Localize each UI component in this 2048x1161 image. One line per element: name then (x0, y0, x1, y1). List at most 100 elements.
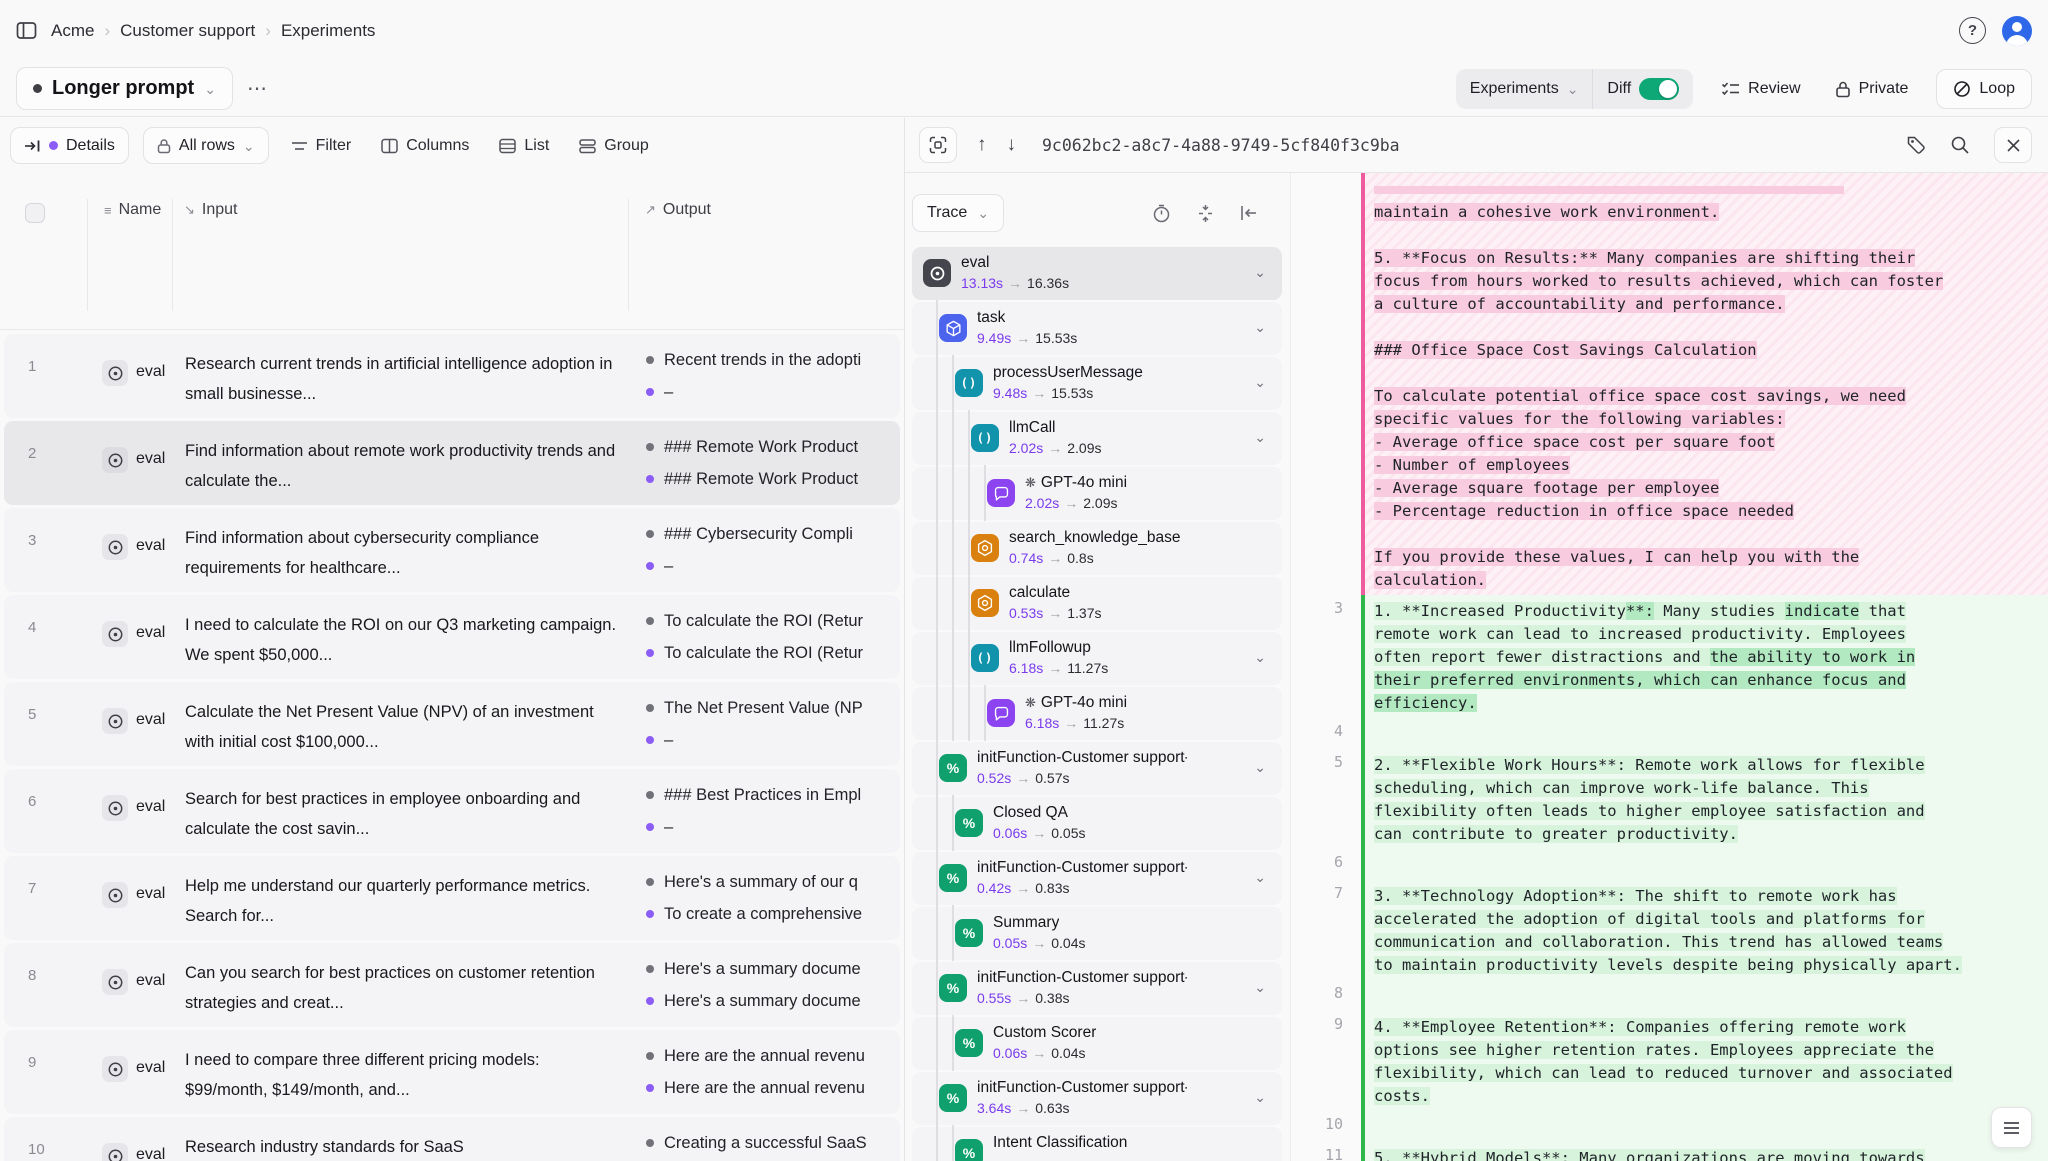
diff-viewer[interactable]: maintain a cohesive work environment.5. … (1290, 173, 2048, 1161)
trace-node-search-knowledge-base[interactable]: search_knowledge_base0.74s→0.8s (912, 522, 1282, 575)
added-line: options see higher retention rates. Empl… (1374, 1039, 2048, 1062)
more-options-button[interactable]: ⋯ (247, 76, 269, 101)
search-icon[interactable] (1950, 135, 1970, 155)
group-button[interactable]: Group (571, 137, 656, 155)
column-header-name[interactable]: ≡ Name (104, 201, 161, 219)
removed-line: ### Office Space Cost Savings Calculatio… (1374, 339, 2048, 362)
row-input: I need to calculate the ROI on our Q3 ma… (185, 610, 621, 670)
chevron-down-icon[interactable]: ⌄ (1254, 319, 1266, 336)
loop-button[interactable]: Loop (1936, 69, 2032, 109)
chevron-down-icon[interactable]: ⌄ (1254, 759, 1266, 776)
trace-node-task[interactable]: task9.49s→15.53s⌄ (912, 302, 1282, 355)
trace-node-intent-classification[interactable]: %Intent Classification (912, 1127, 1282, 1161)
columns-button[interactable]: Columns (373, 137, 477, 155)
rows-filter-dropdown[interactable]: All rows ⌄ (143, 127, 269, 164)
trace-node-processusermessage[interactable]: ()processUserMessage9.48s→15.53s⌄ (912, 357, 1282, 410)
trace-node-llmfollowup[interactable]: ()llmFollowup6.18s→11.27s⌄ (912, 632, 1282, 685)
trace-node-initfunction-customer-support-c[interactable]: %initFunction-Customer support-C...0.42s… (912, 852, 1282, 905)
output-line: The Net Present Value (NP (646, 692, 900, 724)
sidebar-toggle-icon[interactable] (16, 21, 37, 40)
breadcrumb-section[interactable]: Experiments (281, 21, 375, 41)
trace-node-initfunction-customer-support-c[interactable]: %initFunction-Customer support-C...0.52s… (912, 742, 1282, 795)
diff-toggle[interactable] (1639, 78, 1679, 100)
diff-added-block: 115. **Hybrid Models**: Many organizatio… (1291, 1142, 2048, 1161)
fullscreen-icon (929, 136, 947, 154)
eval-type-icon (102, 447, 128, 473)
table-row[interactable]: 7evalHelp me understand our quarterly pe… (4, 856, 900, 940)
column-divider (87, 199, 88, 311)
list-button[interactable]: List (491, 137, 557, 155)
tree-guide-line (968, 685, 970, 741)
trace-node-closed-qa[interactable]: %Closed QA0.06s→0.05s (912, 797, 1282, 850)
diff-menu-button[interactable] (1991, 1107, 2032, 1148)
trace-node-eval[interactable]: eval13.13s→16.36s⌄ (912, 247, 1282, 300)
details-button[interactable]: Details (10, 127, 129, 164)
review-button[interactable]: Review (1715, 79, 1806, 99)
trace-node-gpt-4o-mini[interactable]: ❋GPT-4o mini6.18s→11.27s (912, 687, 1282, 740)
table-row[interactable]: 10evalResearch industry standards for Sa… (4, 1117, 900, 1161)
eval-type-icon (102, 1143, 128, 1161)
breadcrumb-org[interactable]: Acme (51, 21, 94, 41)
row-name: eval (136, 1059, 165, 1077)
chevron-down-icon[interactable]: ⌄ (1254, 869, 1266, 886)
table-row[interactable]: 2evalFind information about remote work … (4, 421, 900, 505)
trace-node-gpt-4o-mini[interactable]: ❋GPT-4o mini2.02s→2.09s (912, 467, 1282, 520)
diff-line-number: 3 (1291, 595, 1361, 718)
expand-trace-button[interactable] (919, 127, 957, 163)
previous-row-button[interactable]: ↑ (977, 134, 987, 156)
chevron-down-icon[interactable]: ⌄ (1254, 264, 1266, 281)
trace-node-summary[interactable]: %Summary0.05s→0.04s (912, 907, 1282, 960)
diff-line-number: 5 (1291, 749, 1361, 849)
trace-node-initfunction-customer-support-c[interactable]: %initFunction-Customer support-C...0.55s… (912, 962, 1282, 1015)
avatar[interactable] (2002, 16, 2032, 46)
chevron-down-icon[interactable]: ⌄ (1254, 374, 1266, 391)
eval-type-icon (102, 969, 128, 995)
chevron-down-icon[interactable]: ⌄ (1254, 649, 1266, 666)
removed-line: If you provide these values, I can help … (1374, 546, 2048, 569)
trace-node-custom-scorer[interactable]: %Custom Scorer0.06s→0.04s (912, 1017, 1282, 1070)
chevron-down-icon[interactable]: ⌄ (1254, 1089, 1266, 1106)
trace-node-llmcall[interactable]: ()llmCall2.02s→2.09s⌄ (912, 412, 1282, 465)
table-row[interactable]: 5evalCalculate the Net Present Value (NP… (4, 682, 900, 766)
diff-added-block: 52. **Flexible Work Hours**: Remote work… (1291, 749, 2048, 849)
help-icon[interactable]: ? (1959, 17, 1986, 44)
next-row-button[interactable]: ↓ (1007, 134, 1017, 156)
chevron-down-icon[interactable]: ⌄ (1254, 429, 1266, 446)
column-header-input[interactable]: ↘ Input (184, 201, 238, 219)
table-row[interactable]: 4evalI need to calculate the ROI on our … (4, 595, 900, 679)
select-all-checkbox[interactable] (25, 203, 45, 223)
view-mode-dropdown[interactable]: Experiments ⌄ (1456, 80, 1593, 98)
experiment-selector[interactable]: Longer prompt ⌄ (16, 67, 233, 110)
filter-button[interactable]: Filter (283, 137, 360, 155)
span-duration: 0.05s→0.04s (993, 935, 1086, 951)
close-panel-button[interactable] (1994, 127, 2032, 163)
added-line: costs. (1374, 1085, 2048, 1108)
table-row[interactable]: 3evalFind information about cybersecurit… (4, 508, 900, 592)
breadcrumb-project[interactable]: Customer support (120, 21, 255, 41)
trace-view-dropdown[interactable]: Trace ⌄ (912, 194, 1004, 232)
private-button[interactable]: Private (1829, 79, 1915, 99)
column-header-output[interactable]: ↗ Output (645, 201, 711, 219)
table-row[interactable]: 9evalI need to compare three different p… (4, 1030, 900, 1114)
trace-node-initfunction-customer-support-c[interactable]: %initFunction-Customer support-C...3.64s… (912, 1072, 1282, 1125)
table-row[interactable]: 6evalSearch for best practices in employ… (4, 769, 900, 853)
row-input: Can you search for best practices on cus… (185, 958, 621, 1018)
removed-line: To calculate potential office space cost… (1374, 385, 2048, 408)
rows-filter-label: All rows (179, 137, 235, 155)
collapse-panel-icon[interactable] (1240, 205, 1258, 221)
trace-node-calculate[interactable]: calculate0.53s→1.37s (912, 577, 1282, 630)
chevron-down-icon[interactable]: ⌄ (1254, 979, 1266, 996)
span-duration: 9.48s→15.53s (993, 385, 1093, 401)
added-lines: 4. **Employee Retention**: Companies off… (1361, 1011, 2048, 1111)
tag-icon[interactable] (1906, 135, 1926, 155)
collapse-rows-icon[interactable] (1197, 204, 1214, 223)
table-row[interactable]: 8evalCan you search for best practices o… (4, 943, 900, 1027)
span-label: processUserMessage (993, 364, 1143, 382)
timing-icon[interactable] (1152, 204, 1171, 223)
output-score-dot (646, 1052, 654, 1060)
span-duration: 3.64s→0.63s (977, 1100, 1070, 1116)
row-number: 6 (28, 793, 36, 810)
added-line: communication and collaboration. This tr… (1374, 931, 2048, 954)
removed-line: - Average square footage per employee (1374, 477, 2048, 500)
table-row[interactable]: 1evalResearch current trends in artifici… (4, 334, 900, 418)
